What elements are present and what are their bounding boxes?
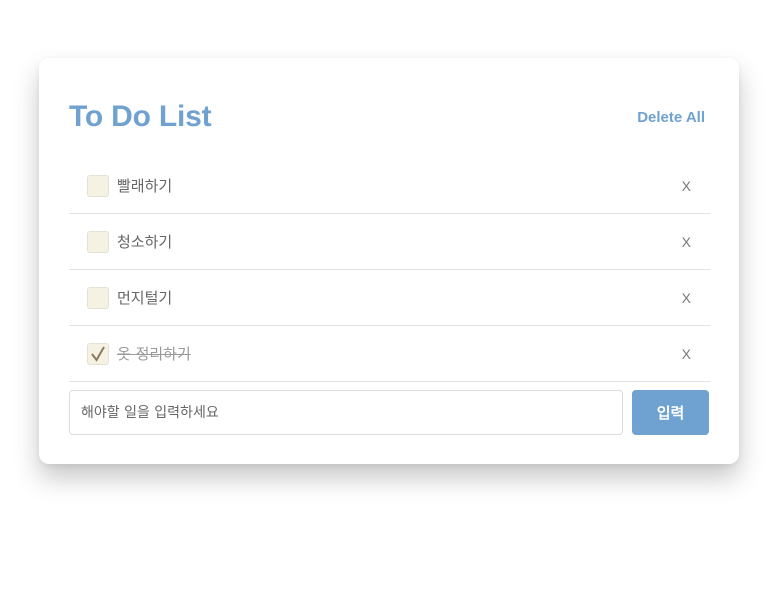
todo-text: 빨래하기 (117, 177, 173, 195)
remove-todo-button[interactable]: X (682, 288, 691, 308)
remove-todo-button[interactable]: X (682, 344, 691, 364)
todo-checkbox[interactable] (87, 231, 109, 253)
todo-input[interactable] (69, 390, 623, 435)
checkmark-icon (91, 346, 105, 362)
todo-item: 옷 정리하기 X (69, 326, 711, 382)
todo-card: To Do List Delete All 빨래하기 X 청소하기 X 먼지털기… (39, 58, 739, 464)
todo-text: 옷 정리하기 (117, 345, 191, 363)
delete-all-button[interactable]: Delete All (637, 109, 705, 126)
remove-todo-button[interactable]: X (682, 232, 691, 252)
todo-item: 먼지털기 X (69, 270, 711, 326)
todo-text: 먼지털기 (117, 289, 173, 307)
header: To Do List Delete All (69, 100, 705, 134)
todo-item: 청소하기 X (69, 214, 711, 270)
todo-checkbox[interactable] (87, 343, 109, 365)
remove-todo-button[interactable]: X (682, 176, 691, 196)
todo-item: 빨래하기 X (69, 158, 711, 214)
todo-list: 빨래하기 X 청소하기 X 먼지털기 X 옷 정리하기 X (69, 158, 711, 382)
todo-checkbox[interactable] (87, 287, 109, 309)
todo-text: 청소하기 (117, 233, 173, 251)
page-title: To Do List (69, 100, 212, 133)
todo-checkbox[interactable] (87, 175, 109, 197)
submit-button[interactable]: 입력 (632, 390, 709, 435)
add-todo-form: 입력 (69, 390, 709, 435)
